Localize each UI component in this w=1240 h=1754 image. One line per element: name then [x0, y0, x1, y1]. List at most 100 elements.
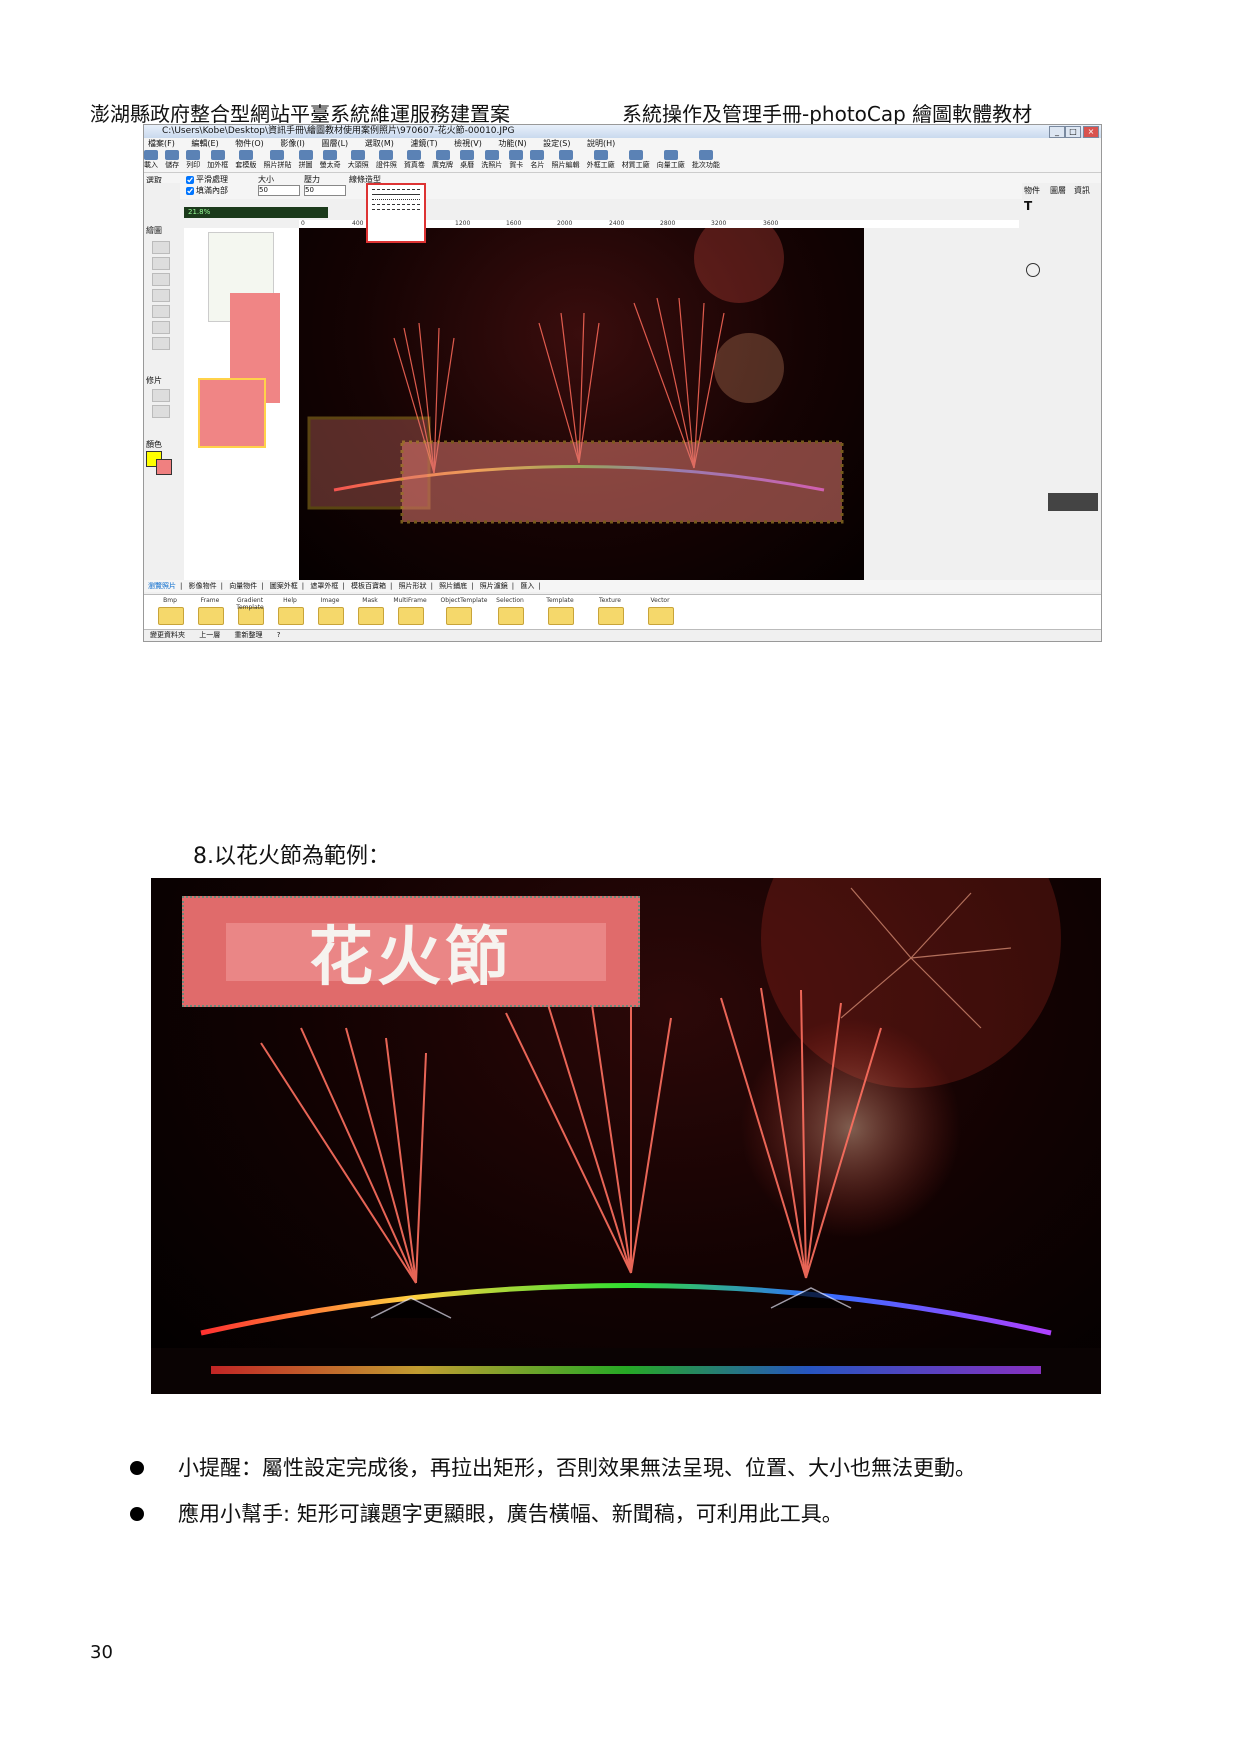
menu-help[interactable]: 說明(H) — [587, 139, 615, 148]
toolbar-vector-factory[interactable]: 向量工廠 — [657, 150, 685, 170]
fill-checkbox[interactable] — [186, 186, 194, 195]
pencil-tool-icon[interactable] — [152, 241, 170, 254]
line-style-option[interactable] — [372, 204, 420, 205]
tab-template-box[interactable]: 模板百寶箱 — [351, 582, 386, 590]
folder-selection[interactable]: Selection — [490, 597, 530, 627]
minimize-button[interactable]: _ — [1049, 126, 1065, 138]
tab-import[interactable]: 匯入 — [520, 582, 534, 590]
refresh-button[interactable]: 重新整理 — [234, 631, 262, 639]
line-style-option[interactable] — [372, 209, 420, 210]
toolbar-sign[interactable]: 廣克牌 — [432, 150, 453, 170]
toolbar-save[interactable]: 儲存 — [165, 150, 180, 170]
change-folder-button[interactable]: 變更資料夾 — [150, 631, 185, 639]
toolbar-puzzle[interactable]: 拼圖 — [298, 150, 313, 170]
menu-image[interactable]: 影像(I) — [280, 139, 305, 148]
folder-texture[interactable]: Texture — [590, 597, 630, 627]
toolbar-scroll[interactable]: 賀真卷 — [404, 150, 425, 170]
toolbar-template[interactable]: 套模版 — [235, 150, 256, 170]
tab-photo-filters[interactable]: 照片濾鏡 — [480, 582, 508, 590]
brush-tool-icon[interactable] — [152, 273, 170, 286]
abc-shape-icon[interactable] — [1026, 263, 1040, 277]
save-icon — [165, 150, 180, 160]
menu-filter[interactable]: 濾鏡(T) — [410, 139, 437, 148]
tip-text: 小提醒：屬性設定完成後，再拉出矩形，否則效果無法呈現、位置、大小也無法更動。 — [178, 1456, 976, 1480]
texture-factory-icon — [628, 150, 643, 160]
up-level-button[interactable]: 上一層 — [199, 631, 220, 639]
line-style-option[interactable] — [372, 194, 420, 195]
smooth-option[interactable]: 平滑處理 — [186, 174, 228, 185]
text-tool-icon[interactable]: T — [1024, 199, 1032, 213]
opacity-stepper[interactable]: 50 — [304, 185, 346, 196]
toolbar-texture-factory[interactable]: 材質工廠 — [622, 150, 650, 170]
folder-bmp[interactable]: Bmp — [150, 597, 190, 627]
toolbar-batch[interactable]: 批次功能 — [692, 150, 720, 170]
tab-browse-photos[interactable]: 瀏覽照片 — [148, 582, 176, 590]
toolbar-montage[interactable]: 螢太奇 — [320, 150, 341, 170]
tab-mask-frames[interactable]: 遮罩外框 — [310, 582, 338, 590]
retouch-tool-icon[interactable] — [152, 405, 170, 418]
photo-canvas[interactable] — [299, 228, 864, 580]
workspace[interactable] — [196, 228, 299, 580]
folder-vector[interactable]: Vector — [640, 597, 680, 627]
fill-option[interactable]: 填滿內部 — [186, 185, 228, 196]
folder-frame[interactable]: Frame — [190, 597, 230, 627]
toolbar-print[interactable]: 列印 — [186, 150, 201, 170]
tab-image-objects[interactable]: 影像物件 — [189, 582, 217, 590]
toolbar-card[interactable]: 賀卡 — [509, 150, 524, 170]
fill-tool-icon[interactable] — [152, 305, 170, 318]
tab-info[interactable]: 資訊 — [1074, 185, 1090, 196]
menu-settings[interactable]: 設定(S) — [543, 139, 570, 148]
eraser-tool-icon[interactable] — [152, 257, 170, 270]
redeye-tool-icon[interactable] — [152, 389, 170, 402]
toolbar-add-frame[interactable]: 加外框 — [207, 150, 228, 170]
rectangle-tool-icon[interactable] — [152, 337, 170, 350]
tab-pattern-frames[interactable]: 圖案外框 — [270, 582, 298, 590]
menu-function[interactable]: 功能(N) — [498, 139, 526, 148]
menu-edit[interactable]: 編輯(E) — [191, 139, 218, 148]
toolbar-headshot[interactable]: 大頭照 — [348, 150, 369, 170]
ruler-tick: 2000 — [557, 220, 573, 227]
toolbar-photo-edit[interactable]: 照片編輯 — [552, 150, 580, 170]
toolbar-load[interactable]: 載入 — [144, 150, 158, 170]
tab-photo-shapes[interactable]: 照片形狀 — [399, 582, 427, 590]
bullet-icon — [130, 1461, 144, 1475]
yellow-outlined-rectangle-shape[interactable] — [198, 378, 266, 448]
layer-thumbnail[interactable] — [1048, 493, 1098, 511]
close-button[interactable]: × — [1083, 126, 1099, 138]
folder-multiframe[interactable]: MultiFrame — [390, 597, 430, 627]
tab-layers[interactable]: 圖層 — [1050, 185, 1066, 196]
folder-gradient-template[interactable]: Gradient Template — [230, 597, 270, 627]
size-stepper[interactable]: 50 — [258, 185, 300, 196]
title-banner-rectangle[interactable]: 花火節 — [182, 896, 640, 1007]
toolbar-frame-factory[interactable]: 外框工廠 — [587, 150, 615, 170]
folder-template[interactable]: Template — [540, 597, 580, 627]
menu-layer[interactable]: 圖層(L) — [321, 139, 348, 148]
tab-photo-backgrounds[interactable]: 照片鋪底 — [439, 582, 467, 590]
line-style-dropdown[interactable] — [366, 183, 426, 243]
fireworks-canvas-image — [307, 228, 844, 524]
folder-icon — [318, 607, 344, 625]
folder-help[interactable]: Help — [270, 597, 310, 627]
menu-select[interactable]: 選取(M) — [365, 139, 394, 148]
help-button[interactable]: ? — [277, 631, 281, 639]
toolbar-id-photo[interactable]: 證件照 — [376, 150, 397, 170]
toolbar-collage[interactable]: 照片拼貼 — [263, 150, 291, 170]
line-style-option[interactable] — [372, 189, 420, 190]
line-style-option[interactable] — [372, 199, 420, 200]
folder-objecttemplate[interactable]: ObjectTemplate — [438, 597, 490, 627]
folder-image[interactable]: Image — [310, 597, 350, 627]
folder-icon — [598, 607, 624, 625]
toolbar-business-card[interactable]: 名片 — [530, 150, 545, 170]
secondary-color-swatch[interactable] — [156, 459, 172, 475]
menu-view[interactable]: 檢視(V) — [454, 139, 482, 148]
menu-file[interactable]: 檔案(F) — [148, 139, 175, 148]
maximize-button[interactable]: □ — [1065, 126, 1081, 138]
tab-vector-objects[interactable]: 向量物件 — [229, 582, 257, 590]
smooth-checkbox[interactable] — [186, 175, 194, 184]
stamp-tool-icon[interactable] — [152, 289, 170, 302]
menu-object[interactable]: 物件(O) — [235, 139, 264, 148]
folder-mask[interactable]: Mask — [350, 597, 390, 627]
line-tool-icon[interactable] — [152, 321, 170, 334]
toolbar-print-photo[interactable]: 洗照片 — [481, 150, 502, 170]
toolbar-calendar[interactable]: 桌曆 — [460, 150, 475, 170]
